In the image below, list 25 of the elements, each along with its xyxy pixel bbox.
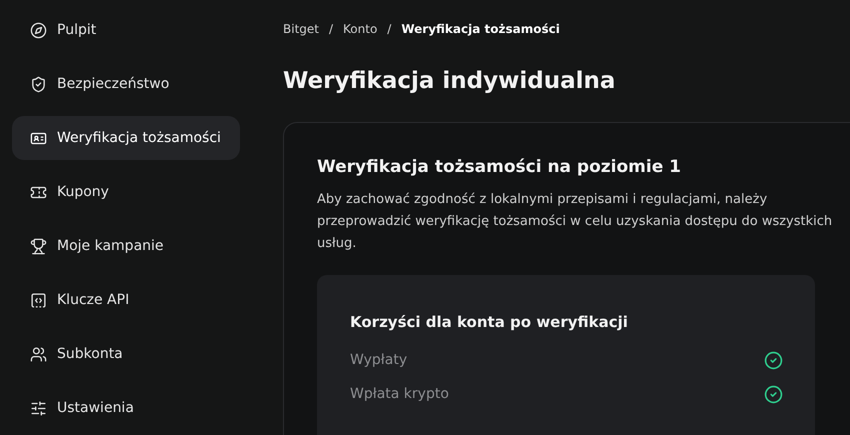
trophy-icon: [30, 238, 47, 254]
sidebar-item[interactable]: Bezpieczeństwo: [12, 62, 240, 106]
benefit-label: Wpłata krypto: [350, 386, 449, 402]
breadcrumb-link[interactable]: Konto: [343, 22, 378, 36]
sidebar-item[interactable]: Klucze API: [12, 278, 240, 322]
page-title: Weryfikacja indywidualna: [283, 68, 616, 94]
users-icon: [30, 346, 47, 362]
breadcrumb-separator: /: [328, 22, 334, 36]
shield-check-icon: [30, 76, 47, 92]
card-description: Aby zachować zgodność z lokalnymi przepisami i regulacjami, należy przeprowadzić weryfikację tożsamości w celu uzyskania dostępu do wszystkich usług.: [317, 191, 834, 253]
sidebar-item[interactable]: Moje kampanie: [12, 224, 240, 268]
breadcrumb-separator: /: [387, 22, 392, 36]
breadcrumb-current: Weryfikacja tożsamości: [401, 22, 560, 36]
benefits-title: Korzyści dla konta po weryfikacji: [350, 313, 629, 331]
sidebar-item[interactable]: Subkonta: [12, 332, 240, 376]
breadcrumb-link[interactable]: Bitget: [283, 22, 319, 36]
card-title: Weryfikacja tożsamości na poziomie 1: [317, 157, 682, 177]
code-bracket-icon: [30, 292, 47, 308]
sidebar-item[interactable]: Ustawienia: [12, 386, 240, 430]
benefit-label: Wypłaty: [350, 352, 408, 368]
sidebar-item[interactable]: Kupony: [12, 170, 240, 214]
sidebar-item[interactable]: Pulpit: [12, 8, 240, 52]
sliders-icon: [30, 400, 47, 416]
compass-icon: [30, 22, 47, 38]
sidebar-item[interactable]: Weryfikacja tożsamości: [12, 116, 240, 160]
